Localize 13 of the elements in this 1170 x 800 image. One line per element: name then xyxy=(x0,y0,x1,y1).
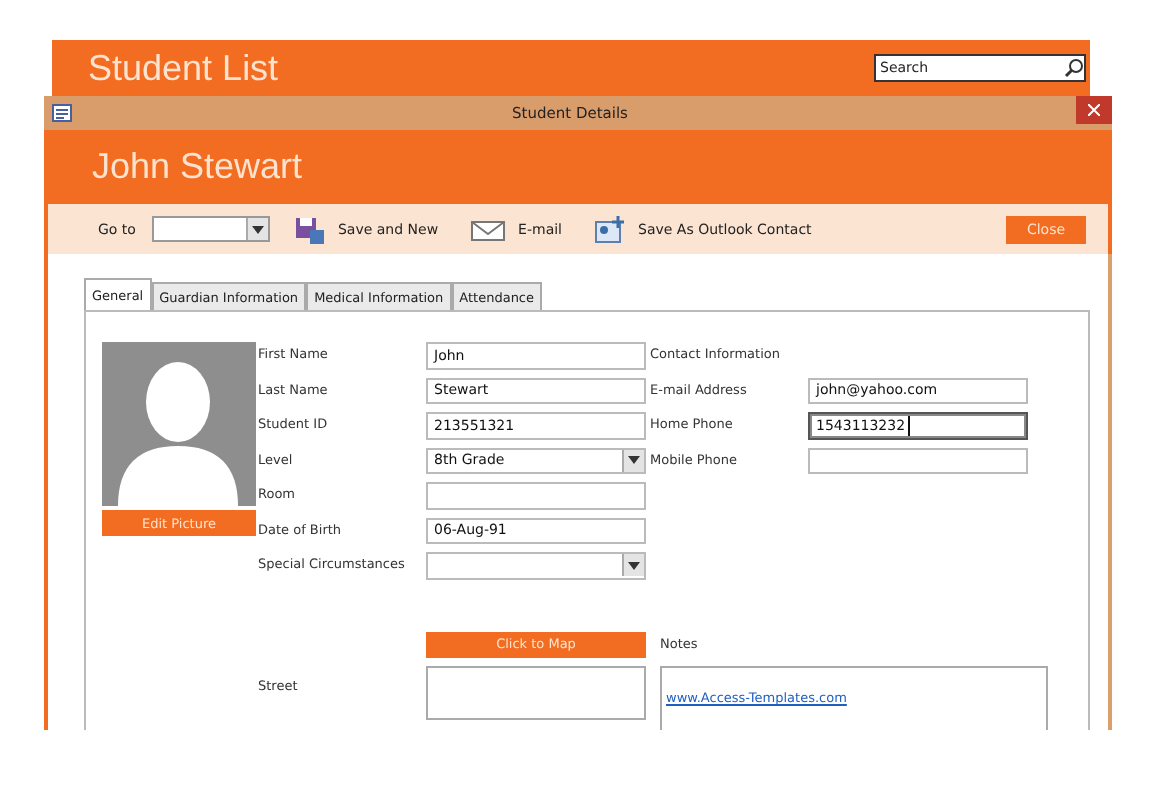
form-icon xyxy=(52,104,72,123)
student-name-heading: John Stewart xyxy=(92,146,303,189)
close-button[interactable] xyxy=(1076,96,1112,124)
input-field[interactable] xyxy=(808,447,1028,474)
envelope-icon xyxy=(470,217,507,242)
input-field[interactable] xyxy=(426,482,646,509)
save-disk-icon xyxy=(293,215,326,244)
avatar-silhouette-icon xyxy=(102,342,256,506)
app-title: Student List xyxy=(88,47,279,89)
close-icon xyxy=(1088,104,1100,116)
dropdown-field[interactable] xyxy=(426,552,646,579)
contact-card-icon xyxy=(594,215,626,244)
street-field[interactable] xyxy=(426,666,646,720)
